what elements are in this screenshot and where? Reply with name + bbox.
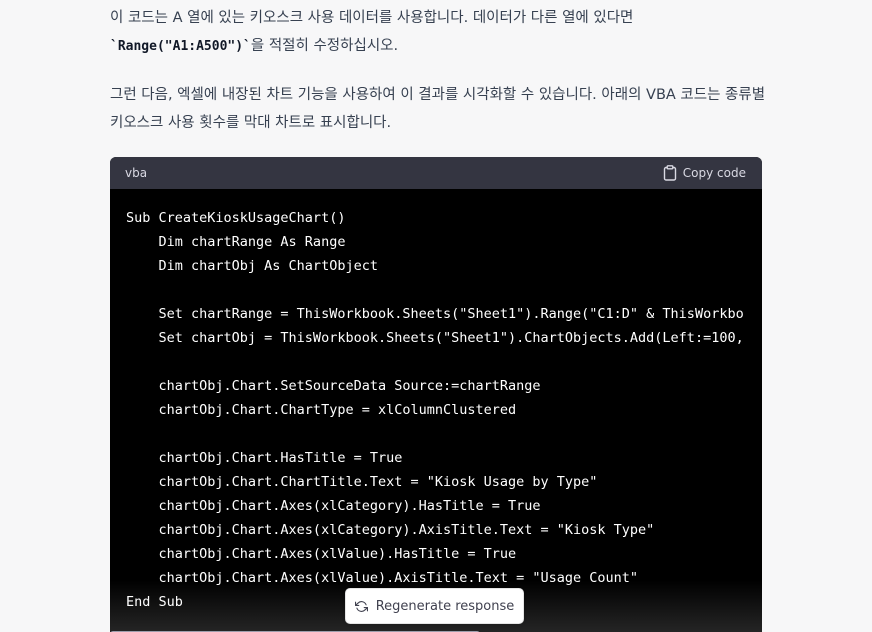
code-line: chartObj.Chart.Axes(xlCategory).HasTitle…	[126, 498, 541, 514]
message-paragraph: 그런 다음, 엑셀에 내장된 차트 기능을 사용하여 이 결과를 시각화할 수 …	[110, 87, 766, 131]
code-content: Sub CreateKioskUsageChart() Dim chartRan…	[110, 189, 762, 632]
code-line: chartObj.Chart.Axes(xlValue).HasTitle = …	[126, 546, 517, 562]
code-block-header: vba Copy code	[110, 157, 762, 189]
code-line: chartObj.Chart.Axes(xlCategory).AxisTitl…	[126, 522, 655, 538]
paragraph-text: 이 코드는 A 열에 있는 키오스크 사용 데이터를 사용합니다. 데이터가 다…	[110, 10, 634, 26]
code-line: Set chartRange = ThisWorkbook.Sheets("Sh…	[126, 306, 744, 322]
copy-code-label: Copy code	[682, 166, 746, 180]
copy-code-button[interactable]: Copy code	[663, 164, 746, 182]
paragraph-text: 을 적절히 수정하십시오.	[250, 38, 399, 54]
code-line: Sub CreateKioskUsageChart()	[126, 210, 346, 226]
clipboard-icon	[663, 165, 677, 181]
regenerate-label: Regenerate response	[375, 598, 515, 614]
regenerate-response-button[interactable]: Regenerate response	[345, 588, 524, 624]
code-line: End Sub	[126, 594, 183, 610]
code-block: vba Copy code Sub CreateKioskUsageChart(…	[110, 157, 762, 632]
code-line: chartObj.Chart.ChartTitle.Text = "Kiosk …	[126, 474, 598, 490]
code-line: chartObj.Chart.HasTitle = True	[126, 450, 403, 466]
inline-code: `Range("A1:A500")`	[110, 39, 251, 54]
code-language-label: vba	[125, 166, 148, 180]
code-line: Dim chartObj As ChartObject	[126, 258, 378, 274]
code-line: Set chartObj = ThisWorkbook.Sheets("Shee…	[126, 330, 744, 346]
code-line: Dim chartRange As Range	[126, 234, 346, 250]
refresh-icon	[354, 600, 368, 613]
code-line: chartObj.Chart.ChartType = xlColumnClust…	[126, 402, 517, 418]
code-line: chartObj.Chart.Axes(xlValue).AxisTitle.T…	[126, 570, 639, 586]
message-paragraph: 이 코드는 A 열에 있는 키오스크 사용 데이터를 사용합니다. 데이터가 다…	[110, 4, 770, 61]
code-line: chartObj.Chart.SetSourceData Source:=cha…	[126, 378, 541, 394]
chat-page: 이 코드는 A 열에 있는 키오스크 사용 데이터를 사용합니다. 데이터가 다…	[0, 0, 872, 632]
